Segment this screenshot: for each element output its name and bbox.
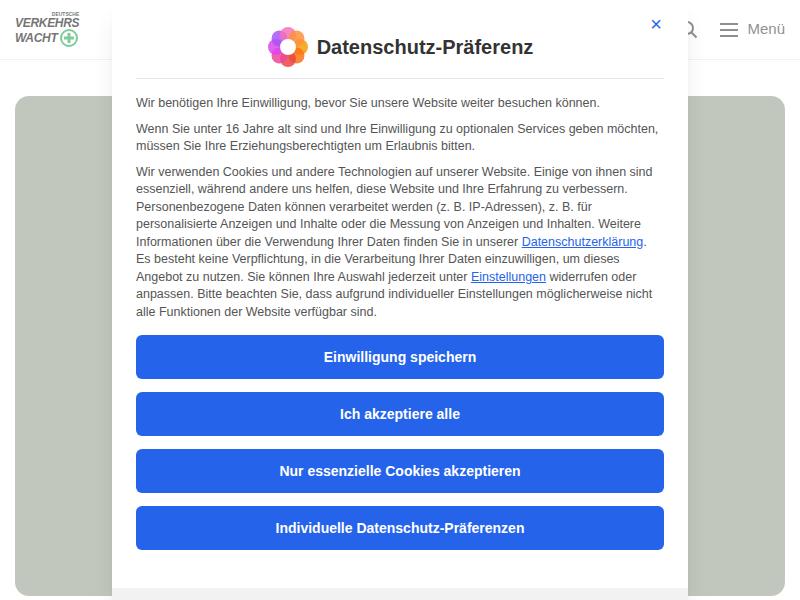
- dialog-paragraph: Wir verwenden Cookies und andere Technol…: [136, 164, 664, 322]
- consent-button[interactable]: Individuelle Datenschutz-Präferenzen: [136, 506, 664, 550]
- dialog-paragraph: Wenn Sie unter 16 Jahre alt sind und Ihr…: [136, 121, 664, 156]
- consent-button[interactable]: Einwilligung speichern: [136, 335, 664, 379]
- privacy-dialog: Datenschutz-Präferenz × Wir benötigen Ihre…: [112, 0, 688, 600]
- dialog-link[interactable]: Einstellungen: [471, 270, 546, 284]
- dialog-link[interactable]: Datenschutzerklärung: [522, 235, 644, 249]
- dialog-footer: [112, 588, 688, 600]
- dialog-title: Datenschutz-Präferenz: [317, 32, 534, 62]
- consent-button[interactable]: Nur essenzielle Cookies akzeptieren: [136, 449, 664, 493]
- brand-flower-icon: [267, 26, 309, 68]
- consent-button[interactable]: Ich akzeptiere alle: [136, 392, 664, 436]
- dialog-overlay: Datenschutz-Präferenz × Wir benötigen Ihre…: [0, 0, 800, 600]
- page: DEUTSCHEVERKEHRSWACHTMenüDatenschutz-Prä…: [0, 0, 800, 600]
- dialog-paragraph: Wir benötigen Ihre Einwilligung, bevor S…: [136, 95, 664, 113]
- close-button[interactable]: ×: [646, 14, 666, 34]
- dialog-text: Wir benötigen Ihre Einwilligung, bevor S…: [136, 79, 664, 321]
- dialog-buttons: Einwilligung speichern Ich akzeptiere all…: [136, 321, 664, 550]
